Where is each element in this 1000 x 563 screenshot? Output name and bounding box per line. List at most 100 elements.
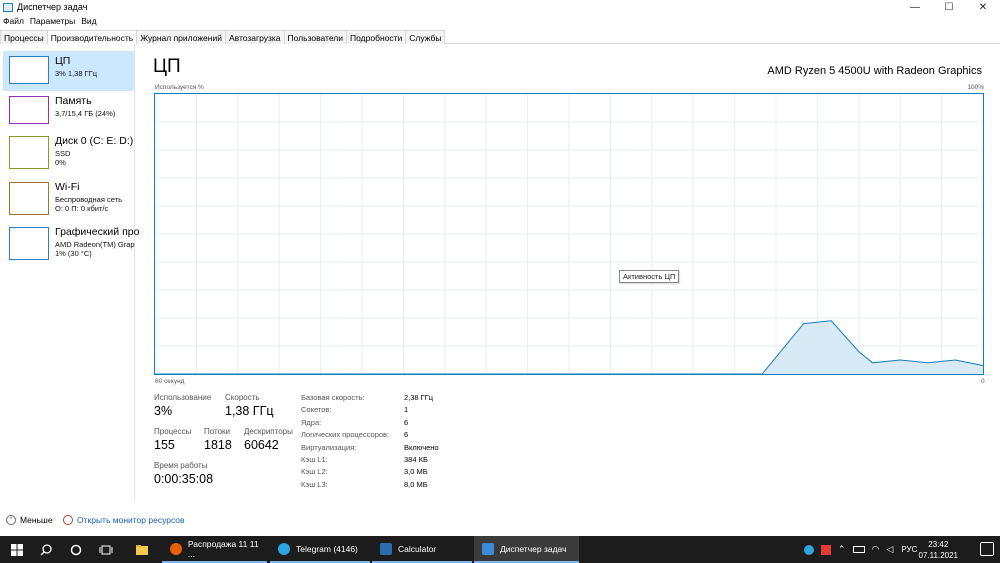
clock-time: 23:42 xyxy=(928,540,949,549)
sidebar-item-wifi[interactable]: Wi-Fi Беспроводная сеть О: 0 П: 0 кбит/с xyxy=(3,177,134,217)
graph-y-max: 100% xyxy=(967,84,984,91)
uptime-value: 0:00:35:08 xyxy=(154,472,214,486)
spec-value: Включено xyxy=(404,443,439,452)
taskbar-app-firefox[interactable]: Распродажа 11 11 ... xyxy=(162,536,267,563)
notifications-icon[interactable] xyxy=(980,542,994,556)
speaker-icon[interactable]: ◁ xyxy=(886,544,893,555)
sidebar-item-detail: SSD xyxy=(55,149,71,158)
menu-view[interactable]: Вид xyxy=(78,16,99,26)
processes-value: 155 xyxy=(154,438,175,452)
taskbar-app-label: Диспетчер задач xyxy=(500,543,567,554)
wifi-icon[interactable]: ◠ xyxy=(872,544,880,555)
spec-label: Ядра: xyxy=(301,418,322,427)
task-view-button[interactable] xyxy=(91,536,121,563)
menu-file[interactable]: Файл xyxy=(0,16,27,26)
speed-label: Скорость xyxy=(225,393,260,402)
chevron-up-icon[interactable]: ⌃ xyxy=(838,544,846,555)
spec-label: Кэш L1: xyxy=(301,455,328,464)
graph-x-end: 0 xyxy=(981,378,985,385)
tab-bar: Процессы Производительность Журнал прило… xyxy=(0,30,1000,45)
calculator-icon xyxy=(380,542,392,555)
clock[interactable]: 23:42 07.11.2021 xyxy=(919,539,958,561)
graph-tooltip: Активность ЦП xyxy=(619,270,680,283)
handles-value: 60642 xyxy=(244,438,279,452)
cortana-icon xyxy=(70,544,82,555)
firefox-icon xyxy=(170,542,182,555)
handles-label: Дескрипторы xyxy=(244,427,293,436)
cortana-button[interactable] xyxy=(61,536,91,563)
cpu-model-name: AMD Ryzen 5 4500U with Radeon Graphics xyxy=(767,65,982,77)
tray-app-icon[interactable] xyxy=(804,544,814,555)
usage-value: 3% xyxy=(154,404,173,418)
tray-antivirus-icon[interactable] xyxy=(821,544,831,555)
graph-y-label: Используется % xyxy=(155,84,204,91)
minimize-button[interactable]: — xyxy=(898,0,932,14)
sidebar-item-label: Wi-Fi xyxy=(55,181,80,193)
sidebar-item-label: ЦП xyxy=(55,55,71,67)
tab-startup[interactable]: Автозагрузка xyxy=(224,30,285,44)
battery-icon[interactable] xyxy=(852,546,865,553)
tab-details[interactable]: Подробности xyxy=(346,30,407,44)
tab-processes[interactable]: Процессы xyxy=(0,30,48,44)
spec-label: Кэш L2: xyxy=(301,467,328,476)
search-icon xyxy=(40,543,52,555)
sidebar-item-label: Диск 0 (C: E: D:) xyxy=(55,135,134,147)
cpu-thumbnail xyxy=(9,56,49,84)
sidebar-item-gpu[interactable]: Графический про AMD Radeon(TM) Grap 1% (… xyxy=(3,222,139,262)
resource-list: ЦП 3% 1,38 ГГц Память 3,7/15,4 ГБ (24%) … xyxy=(0,44,139,500)
tab-app-history[interactable]: Журнал приложений xyxy=(136,30,226,44)
spec-value: 6 xyxy=(404,418,409,427)
close-button[interactable]: ✕ xyxy=(966,0,1000,14)
processes-label: Процессы xyxy=(154,427,192,436)
file-explorer-button[interactable] xyxy=(127,536,157,563)
task-manager-icon xyxy=(482,542,494,555)
sidebar-item-detail: 1% (30 °C) xyxy=(55,249,92,258)
cpu-graph-svg xyxy=(155,94,983,374)
page-title: ЦП xyxy=(153,56,181,77)
maximize-button[interactable]: ☐ xyxy=(932,0,966,14)
graph-x-label: 60 секунд xyxy=(155,378,185,385)
menu-bar: Файл Параметры Вид xyxy=(0,15,100,27)
fewer-details-label: Меньше xyxy=(20,515,53,525)
task-view-icon xyxy=(99,545,113,554)
title-bar: Диспетчер задач — ☐ ✕ xyxy=(0,0,1000,14)
taskbar-app-calculator[interactable]: Calculator xyxy=(372,536,472,563)
sidebar-item-detail: 3,7/15,4 ГБ (24%) xyxy=(55,109,116,118)
taskbar-app-telegram[interactable]: Telegram (4146) xyxy=(270,536,370,563)
threads-label: Потоки xyxy=(204,427,231,436)
task-manager-icon xyxy=(3,2,13,12)
spec-value: 6 xyxy=(404,430,409,439)
spec-label: Кэш L3: xyxy=(301,480,328,489)
sidebar-item-label: Графический про xyxy=(55,226,140,238)
system-tray: ⌃ ◠ ◁ РУС xyxy=(804,536,917,563)
uptime-label: Время работы xyxy=(154,461,208,470)
spec-value: 2,38 ГГц xyxy=(404,393,434,402)
taskbar-app-task-manager[interactable]: Диспетчер задач xyxy=(474,536,579,563)
search-button[interactable] xyxy=(31,536,61,563)
taskbar: Распродажа 11 11 ... Telegram (4146) Cal… xyxy=(0,536,1000,563)
sidebar-item-memory[interactable]: Память 3,7/15,4 ГБ (24%) xyxy=(3,91,134,131)
sidebar-item-cpu[interactable]: ЦП 3% 1,38 ГГц xyxy=(3,51,134,91)
speed-value: 1,38 ГГц xyxy=(225,404,274,418)
start-button[interactable] xyxy=(2,536,32,563)
windows-icon xyxy=(11,543,23,556)
fewer-details-button[interactable]: ^ Меньше xyxy=(6,515,53,525)
menu-options[interactable]: Параметры xyxy=(27,16,78,26)
threads-value: 1818 xyxy=(204,438,232,452)
disk-thumbnail xyxy=(9,136,49,169)
spec-value: 3,0 МБ xyxy=(404,467,428,476)
sidebar-item-label: Память xyxy=(55,95,92,107)
resource-monitor-label: Открыть монитор ресурсов xyxy=(77,515,185,525)
spec-label: Виртуализация: xyxy=(301,443,357,452)
tab-services[interactable]: Службы xyxy=(405,30,446,44)
sidebar-item-detail: О: 0 П: 0 кбит/с xyxy=(55,204,109,213)
language-indicator[interactable]: РУС xyxy=(901,545,917,554)
taskbar-app-label: Распродажа 11 11 ... xyxy=(187,538,259,559)
folder-icon xyxy=(136,544,148,555)
tab-users[interactable]: Пользователи xyxy=(283,30,348,44)
sidebar-item-disk[interactable]: Диск 0 (C: E: D:) SSD 0% xyxy=(3,131,134,171)
resource-monitor-link[interactable]: Открыть монитор ресурсов xyxy=(63,515,185,525)
taskbar-app-label: Telegram (4146) xyxy=(296,543,358,554)
spec-value: 8,0 МБ xyxy=(404,480,428,489)
tab-performance[interactable]: Производительность xyxy=(46,30,138,45)
